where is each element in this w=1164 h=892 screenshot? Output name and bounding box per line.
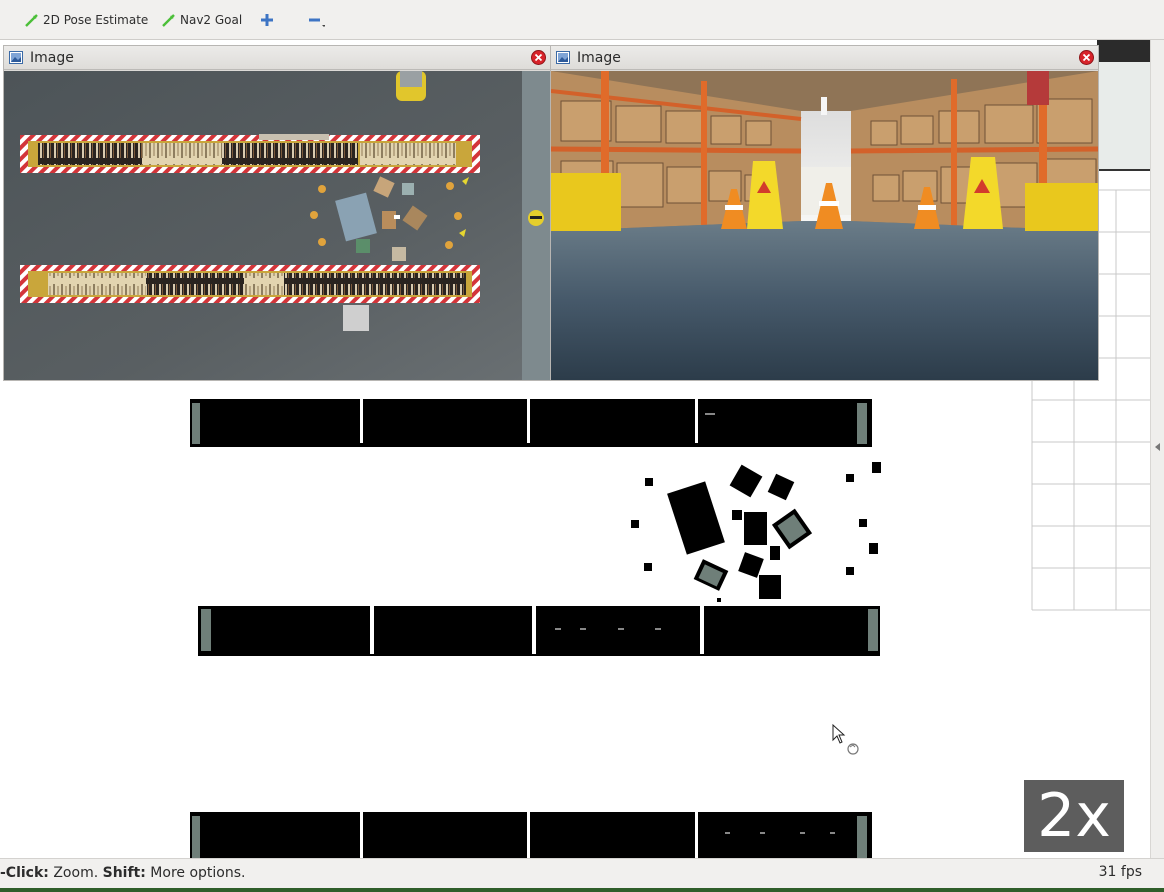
- pose-estimate-label: 2D Pose Estimate: [43, 13, 149, 27]
- nav-goal-button[interactable]: Nav2 Goal: [161, 10, 242, 30]
- map-shelf-bottom: [190, 812, 872, 858]
- taskbar-edge: [0, 888, 1164, 892]
- map-obstacle-cluster: [631, 462, 881, 602]
- mouse-cursor: [832, 723, 859, 755]
- collapse-arrow-icon: [1155, 443, 1160, 451]
- close-button[interactable]: [1079, 50, 1094, 65]
- panel-titlebar[interactable]: Image: [551, 46, 1098, 70]
- camera-image-topdown: [4, 71, 550, 380]
- zoom-indicator: 2x: [1024, 780, 1124, 852]
- plus-icon: [261, 14, 273, 26]
- minus-icon: [309, 18, 325, 27]
- panel-titlebar[interactable]: Image: [4, 46, 550, 70]
- status-shift-action: More options.: [145, 865, 246, 881]
- image-icon: [9, 51, 23, 64]
- nav-goal-label: Nav2 Goal: [180, 13, 243, 27]
- close-button[interactable]: [531, 50, 546, 65]
- status-click-key: -Click:: [0, 865, 49, 881]
- status-shift-key: Shift:: [102, 865, 146, 881]
- image-panel-topdown[interactable]: Image: [3, 45, 551, 381]
- close-icon: [534, 53, 543, 62]
- panel-title: Image: [577, 50, 621, 66]
- pose-arrow-icon: [25, 14, 38, 27]
- status-bar: -Click: Zoom. Shift: More options. 31 fp…: [0, 858, 1164, 892]
- rviz-window: 2D Pose Estimate Nav2 Goal Image Image 2…: [0, 0, 1164, 892]
- pose-estimate-button[interactable]: 2D Pose Estimate: [24, 10, 148, 30]
- remove-tool-button[interactable]: [305, 10, 325, 30]
- add-tool-button[interactable]: [257, 10, 277, 30]
- goal-arrow-icon: [162, 14, 175, 27]
- panel-title: Image: [30, 50, 74, 66]
- camera-image-forward: [551, 71, 1098, 380]
- toolbar: 2D Pose Estimate Nav2 Goal: [0, 0, 1164, 40]
- close-icon: [1082, 53, 1091, 62]
- image-panel-forward[interactable]: Image: [550, 45, 1099, 381]
- side-panel-handle[interactable]: [1150, 40, 1164, 858]
- map-shelf-top: [190, 399, 872, 447]
- map-shelf-middle: [198, 606, 880, 656]
- status-hint: -Click: Zoom. Shift: More options.: [0, 865, 245, 881]
- image-icon: [556, 51, 570, 64]
- status-click-action: Zoom.: [48, 865, 103, 881]
- fps-counter: 31 fps: [1098, 864, 1142, 880]
